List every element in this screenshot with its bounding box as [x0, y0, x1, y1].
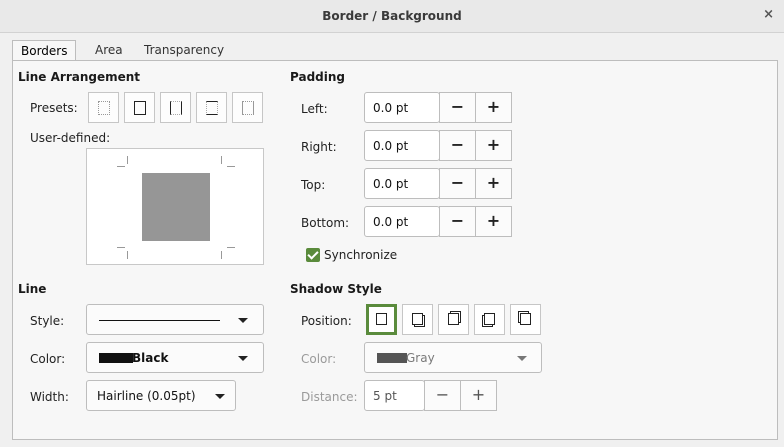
corner-tick: [127, 156, 128, 164]
shadow-none-button[interactable]: [366, 304, 397, 335]
line-style-sample: [99, 320, 220, 321]
padding-top-label: Top:: [301, 178, 326, 192]
shadow-bottom-left-button[interactable]: [474, 304, 505, 335]
padding-top-increment-button[interactable]: +: [475, 168, 512, 199]
padding-right-field[interactable]: 0.0 pt: [364, 130, 440, 161]
line-arrangement-heading: Line Arrangement: [18, 70, 141, 84]
tab-borders[interactable]: Borders: [12, 40, 77, 61]
line-color-swatch: [99, 353, 133, 363]
preset-all-button[interactable]: [124, 92, 155, 123]
shadow-none-icon: [376, 313, 387, 325]
shadow-color-label: Color:: [301, 352, 337, 366]
close-icon[interactable]: ×: [763, 7, 774, 22]
synchronize-checkbox[interactable]: [306, 248, 320, 262]
padding-right-increment-button[interactable]: +: [475, 130, 512, 161]
shadow-distance-increment-button[interactable]: +: [460, 380, 497, 411]
shadow-top-right-button[interactable]: [438, 304, 469, 335]
padding-right-decrement-button[interactable]: −: [439, 130, 476, 161]
padding-left-decrement-button[interactable]: −: [439, 92, 476, 123]
padding-heading: Padding: [290, 70, 345, 84]
preset-left-button[interactable]: [232, 92, 263, 123]
line-color-value: Black: [132, 351, 169, 365]
chevron-down-icon: [238, 318, 248, 323]
corner-tick: [127, 251, 128, 259]
line-width-dropdown[interactable]: Hairline (0.05pt): [86, 380, 236, 411]
preview-fill: [142, 173, 210, 241]
line-style-label: Style:: [30, 314, 65, 328]
line-width-value: Hairline (0.05pt): [97, 389, 196, 403]
shadow-top-left-button[interactable]: [510, 304, 541, 335]
chevron-down-icon: [215, 394, 225, 399]
tab-transparency[interactable]: Transparency: [136, 40, 232, 61]
line-heading: Line: [18, 282, 47, 296]
preset-none-button[interactable]: [88, 92, 119, 123]
border-top-bottom-icon: [206, 101, 218, 115]
line-color-label: Color:: [30, 352, 66, 366]
border-none-icon: [98, 101, 110, 115]
shadow-bottom-right-button[interactable]: [402, 304, 433, 335]
shadow-distance-label: Distance:: [301, 390, 358, 404]
padding-left-field[interactable]: 0.0 pt: [364, 92, 440, 123]
padding-left-increment-button[interactable]: +: [475, 92, 512, 123]
shadow-distance-field[interactable]: 5 pt: [364, 380, 425, 411]
padding-left-label: Left:: [301, 102, 328, 116]
preset-left-right-button[interactable]: [160, 92, 191, 123]
corner-tick: [117, 166, 125, 167]
border-left-right-icon: [170, 101, 182, 115]
padding-bottom-field[interactable]: 0.0 pt: [364, 206, 440, 237]
dialog-title: Border / Background: [322, 9, 462, 23]
title-bar: Border / Background ×: [0, 0, 784, 33]
preset-top-bottom-button[interactable]: [196, 92, 227, 123]
shadow-color-value: Gray: [406, 351, 435, 365]
shadow-color-dropdown[interactable]: Gray: [364, 342, 542, 373]
corner-tick: [221, 156, 222, 164]
padding-bottom-decrement-button[interactable]: −: [439, 206, 476, 237]
synchronize-label: Synchronize: [324, 248, 398, 262]
chevron-down-icon: [238, 356, 248, 361]
user-defined-border-preview[interactable]: [86, 148, 264, 265]
shadow-color-swatch: [377, 353, 407, 363]
corner-tick: [221, 251, 222, 259]
corner-tick: [227, 166, 235, 167]
padding-top-field[interactable]: 0.0 pt: [364, 168, 440, 199]
user-defined-label: User-defined:: [30, 131, 111, 145]
padding-bottom-label: Bottom:: [301, 216, 350, 230]
line-style-dropdown[interactable]: [86, 304, 264, 335]
padding-bottom-increment-button[interactable]: +: [475, 206, 512, 237]
presets-label: Presets:: [30, 101, 78, 115]
line-color-dropdown[interactable]: Black: [86, 342, 264, 373]
tab-area[interactable]: Area: [87, 40, 131, 61]
chevron-down-icon: [517, 356, 527, 361]
shadow-position-label: Position:: [301, 314, 352, 328]
border-left-icon: [242, 101, 254, 115]
border-all-icon: [134, 101, 146, 115]
line-width-label: Width:: [30, 390, 69, 404]
padding-top-decrement-button[interactable]: −: [439, 168, 476, 199]
shadow-style-heading: Shadow Style: [290, 282, 382, 296]
padding-right-label: Right:: [301, 140, 337, 154]
shadow-distance-decrement-button[interactable]: −: [424, 380, 461, 411]
corner-tick: [227, 247, 235, 248]
corner-tick: [117, 247, 125, 248]
